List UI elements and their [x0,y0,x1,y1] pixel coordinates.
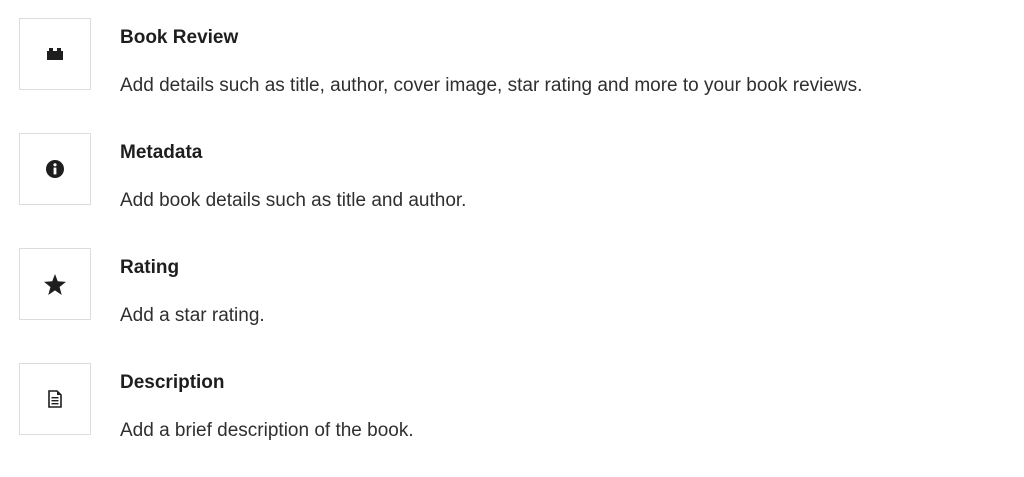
block-title: Metadata [120,142,203,163]
block-description: Add book details such as title and autho… [120,190,467,211]
block-icon-frame [19,18,91,90]
block-item-book-review[interactable]: Book Review Add details such as title, a… [19,17,1019,132]
block-item-rating[interactable]: Rating Add a star rating. [19,247,1019,362]
block-text: Metadata Add book details such as title … [120,132,466,213]
block-icon-frame [19,363,91,435]
star-icon [44,273,66,295]
block-title: Rating [120,257,180,278]
block-text: Description Add a brief description of t… [120,362,414,443]
block-item-description[interactable]: Description Add a brief description of t… [19,362,1019,477]
block-icon-frame [19,133,91,205]
block-description: Add details such as title, author, cover… [120,75,863,96]
block-description: Add a brief description of the book. [120,420,414,441]
block-title: Description [120,372,225,393]
block-icon [47,48,63,60]
block-description: Add a star rating. [120,305,265,326]
block-text: Book Review Add details such as title, a… [120,17,862,98]
block-list: Book Review Add details such as title, a… [19,17,1019,477]
document-icon [48,390,62,408]
block-title: Book Review [120,27,239,48]
block-item-metadata[interactable]: Metadata Add book details such as title … [19,132,1019,247]
info-icon [46,160,64,178]
block-icon-frame [19,248,91,320]
block-text: Rating Add a star rating. [120,247,265,328]
